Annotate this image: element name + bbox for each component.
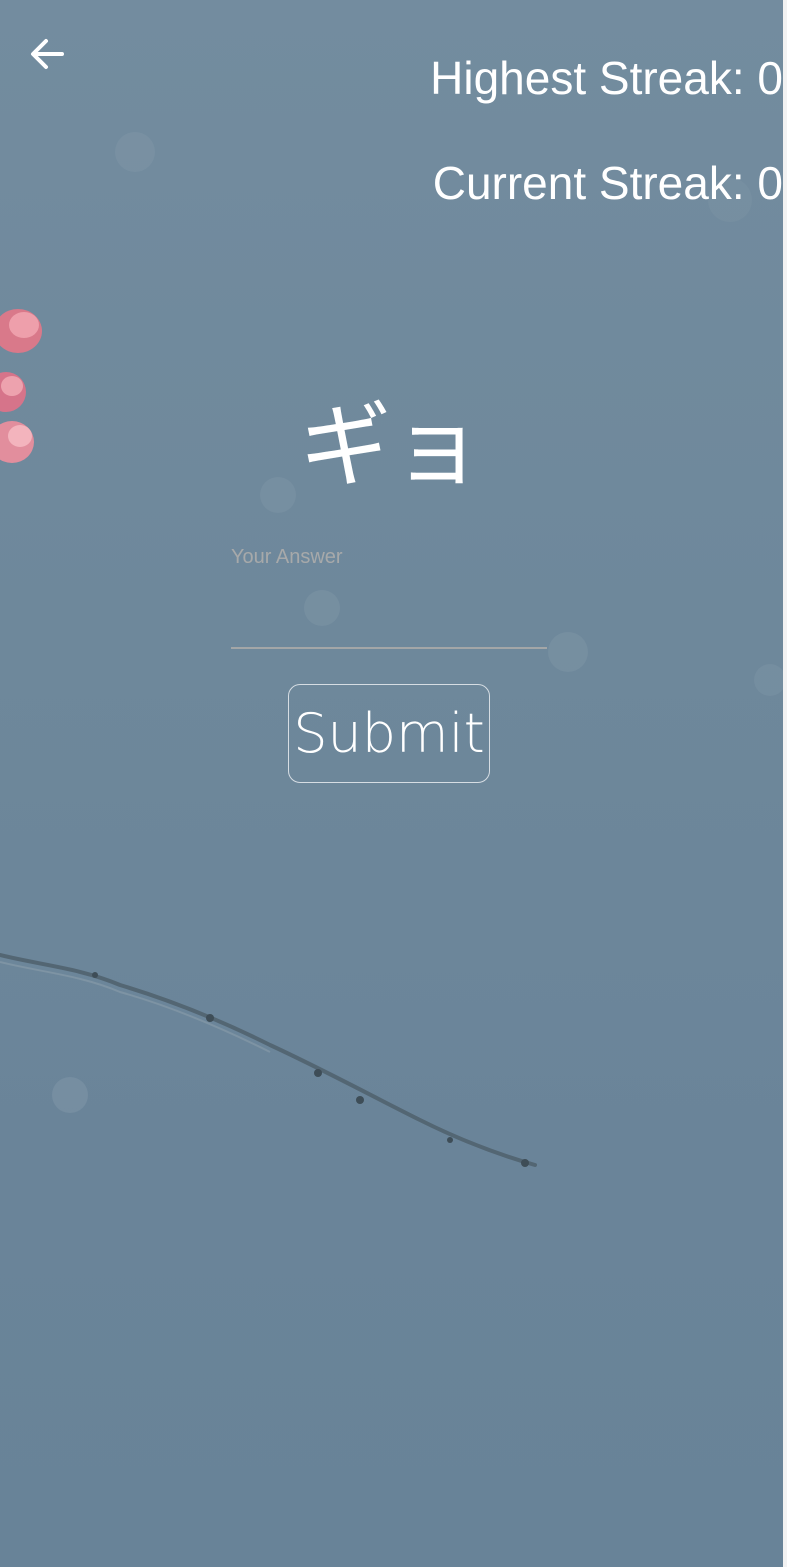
back-button[interactable]	[26, 34, 70, 74]
kana-character: ギョ	[299, 393, 484, 500]
current-streak-text: Current Streak: 0	[432, 157, 783, 209]
branch	[0, 953, 537, 1167]
arrow-left-icon	[31, 39, 64, 69]
quiz-screen: Highest Streak: 0 Current Streak: 0 ギョ Y…	[0, 0, 783, 1567]
answer-input[interactable]	[231, 595, 547, 649]
page-edge	[783, 0, 787, 1567]
highest-streak-text: Highest Streak: 0	[430, 52, 783, 104]
background-image	[0, 132, 783, 1167]
answer-field-label: Your Answer	[231, 546, 343, 568]
submit-button[interactable]: Submit	[288, 684, 490, 783]
